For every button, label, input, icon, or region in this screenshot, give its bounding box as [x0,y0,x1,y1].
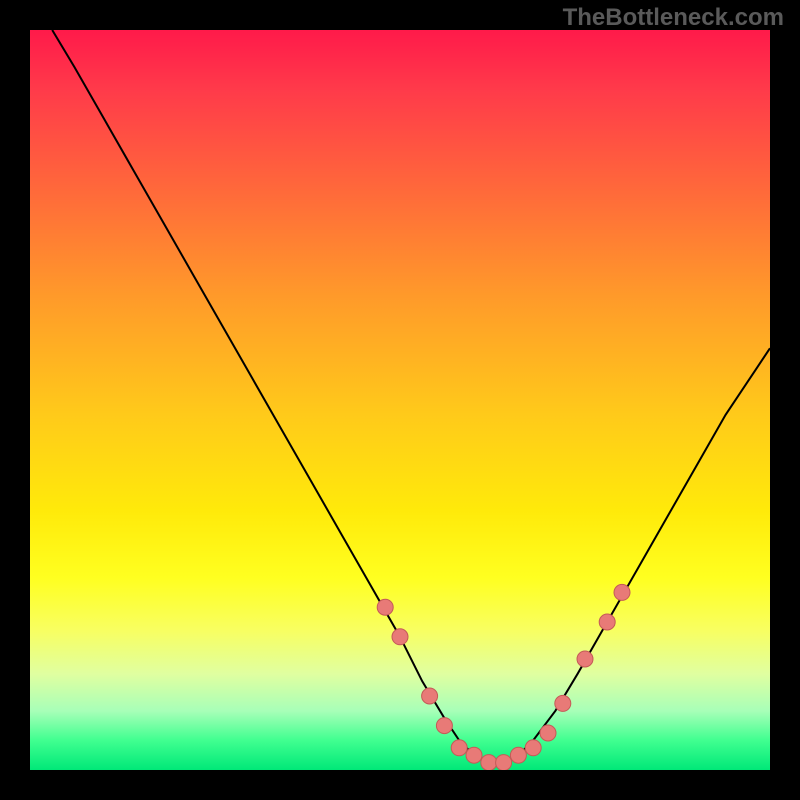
chart-container: TheBottleneck.com [0,0,800,800]
data-points [377,584,630,770]
data-point [540,725,556,741]
curve-path [52,30,770,763]
data-point [392,629,408,645]
data-point [577,651,593,667]
data-point [525,740,541,756]
data-point [466,747,482,763]
watermark-text: TheBottleneck.com [563,4,784,32]
bottleneck-curve [52,30,770,763]
data-point [451,740,467,756]
data-point [510,747,526,763]
data-point [555,695,571,711]
data-point [481,755,497,770]
data-point [496,755,512,770]
data-point [599,614,615,630]
data-point [377,599,393,615]
data-point [436,718,452,734]
data-point [614,584,630,600]
chart-svg [30,30,770,770]
data-point [422,688,438,704]
